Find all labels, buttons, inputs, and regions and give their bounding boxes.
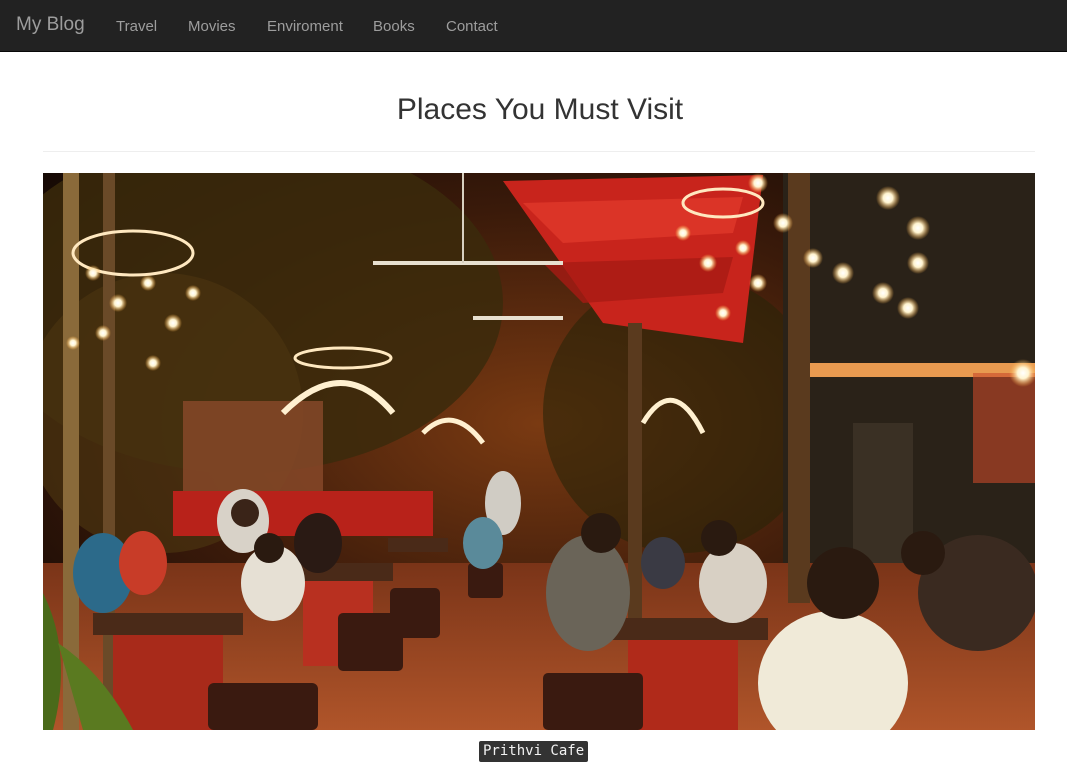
nav-link-books[interactable]: Books [373, 18, 415, 35]
cafe-photo [43, 173, 1035, 730]
brand-link[interactable]: My Blog [16, 14, 85, 36]
photo-caption: Prithvi Cafe [479, 741, 589, 762]
nav-link-contact[interactable]: Contact [446, 18, 498, 35]
title-divider [43, 151, 1035, 152]
nav-link-movies[interactable]: Movies [188, 18, 236, 35]
nav-link-enviroment[interactable]: Enviroment [267, 18, 343, 35]
nav-link-travel[interactable]: Travel [116, 18, 157, 35]
page-title: Places You Must Visit [396, 93, 684, 126]
navbar: My Blog Travel Movies Enviroment Books C… [0, 0, 1067, 52]
